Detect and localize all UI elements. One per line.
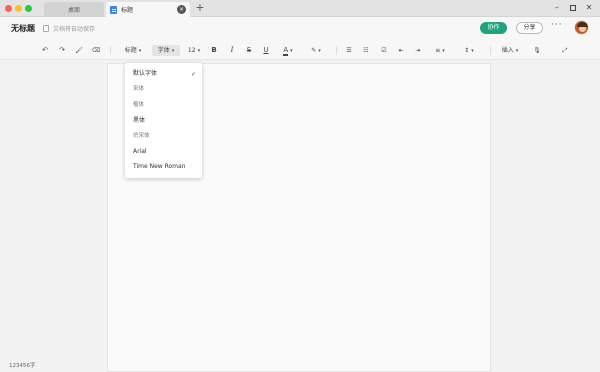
underline-button[interactable]: U: [261, 45, 271, 56]
insert-menu[interactable]: 插入 ▾: [498, 45, 522, 56]
expand-icon[interactable]: ⤢: [560, 45, 570, 56]
bold-button[interactable]: B: [209, 45, 219, 56]
document-title[interactable]: 无标题: [11, 23, 35, 34]
font-option-default[interactable]: 默认字体: [133, 69, 157, 79]
window-minimize-dot[interactable]: [15, 5, 22, 12]
tab-desktop[interactable]: 桌面: [44, 2, 104, 17]
align-icon: ≡: [435, 47, 441, 54]
save-status: 文档将自动保存: [43, 24, 95, 33]
line-height-icon: ↕: [464, 47, 470, 54]
chevron-down-icon: ▾: [471, 48, 474, 54]
chevron-down-icon: ▾: [515, 48, 519, 54]
document-header: 无标题 文档将自动保存 协作 分享 ···: [0, 17, 600, 41]
new-tab-icon[interactable]: +: [194, 2, 206, 15]
more-icon[interactable]: ···: [551, 20, 563, 30]
chevron-down-icon: ▾: [318, 48, 321, 54]
toolbar-divider: [336, 46, 337, 55]
strikethrough-button[interactable]: S: [244, 45, 254, 56]
clear-format-icon[interactable]: ⌫: [91, 45, 101, 56]
italic-button[interactable]: I: [227, 45, 237, 56]
format-painter-icon[interactable]: 🖌: [74, 45, 84, 56]
document-icon: [110, 5, 117, 14]
toolbar-divider: [490, 46, 491, 55]
highlight-icon: ✎: [311, 47, 317, 54]
heading-label: 标题: [124, 47, 137, 54]
font-option-songti[interactable]: 宋体: [133, 84, 144, 94]
line-height-button[interactable]: ↕ ▾: [459, 45, 479, 56]
font-option-times[interactable]: Time New Roman: [133, 162, 185, 172]
font-select[interactable]: 字体 ▾: [152, 45, 180, 56]
font-option-fangsong[interactable]: 仿宋体: [133, 131, 150, 141]
chevron-down-icon: ▾: [138, 48, 142, 54]
maximize-icon[interactable]: [567, 2, 579, 14]
undo-icon[interactable]: ↶: [40, 45, 50, 56]
outdent-icon[interactable]: ⇤: [396, 45, 406, 56]
font-dropdown-menu: 默认字体 ✓ 宋体 楷体 黑体 仿宋体 Arial Time New Roman: [125, 63, 202, 178]
font-option-heiti[interactable]: 黑体: [133, 116, 145, 126]
checklist-icon[interactable]: ☑: [379, 45, 389, 56]
word-count: 123456字: [9, 363, 36, 369]
redo-icon[interactable]: ↷: [57, 45, 67, 56]
tab-bar: 桌面 标题 × + – ✕: [0, 0, 600, 17]
checkmark-icon: ✓: [191, 71, 197, 78]
toolbar-divider: [110, 46, 111, 55]
minimize-icon[interactable]: –: [551, 2, 563, 14]
font-color-button[interactable]: A ▾: [278, 45, 298, 56]
font-option-kaiti[interactable]: 楷体: [133, 100, 144, 110]
chevron-down-icon: ▾: [171, 48, 175, 54]
chevron-down-icon: ▾: [290, 48, 293, 54]
indent-icon[interactable]: ⇥: [413, 45, 423, 56]
window-close-dot[interactable]: [5, 5, 12, 12]
align-button[interactable]: ≡ ▾: [430, 45, 450, 56]
bullet-list-icon[interactable]: ☰: [344, 45, 354, 56]
format-toolbar: ↶ ↷ 🖌 ⌫ 标题 ▾ 字体 ▾ 12 ▾ B I S U A ▾ ✎ ▾ ☰ ☷ ☑ …: [0, 41, 600, 60]
heading-select[interactable]: 标题 ▾: [119, 45, 147, 56]
font-size-value: 12: [187, 47, 196, 54]
chevron-down-icon: ▾: [197, 48, 201, 54]
chevron-down-icon: ▾: [442, 48, 445, 54]
tab-document[interactable]: 标题 ×: [106, 2, 190, 17]
avatar[interactable]: [574, 20, 589, 35]
tab-document-label: 标题: [121, 7, 134, 14]
font-size-select[interactable]: 12 ▾: [184, 45, 204, 56]
numbered-list-icon[interactable]: ☷: [361, 45, 371, 56]
file-icon: [43, 25, 49, 32]
font-option-arial[interactable]: Arial: [133, 147, 147, 157]
font-color-icon: A: [283, 46, 289, 56]
close-window-icon[interactable]: ✕: [583, 2, 595, 14]
tab-close-icon[interactable]: ×: [177, 5, 186, 14]
window-zoom-dot[interactable]: [25, 5, 32, 12]
microphone-icon[interactable]: 🎙: [532, 45, 542, 56]
insert-label: 插入: [501, 47, 514, 54]
share-button[interactable]: 分享: [516, 22, 543, 34]
save-status-text: 文档将自动保存: [53, 26, 96, 33]
collaborate-button[interactable]: 协作: [480, 22, 507, 34]
font-label: 字体: [157, 47, 170, 54]
highlight-button[interactable]: ✎ ▾: [306, 45, 326, 56]
tab-desktop-label: 桌面: [67, 7, 80, 14]
